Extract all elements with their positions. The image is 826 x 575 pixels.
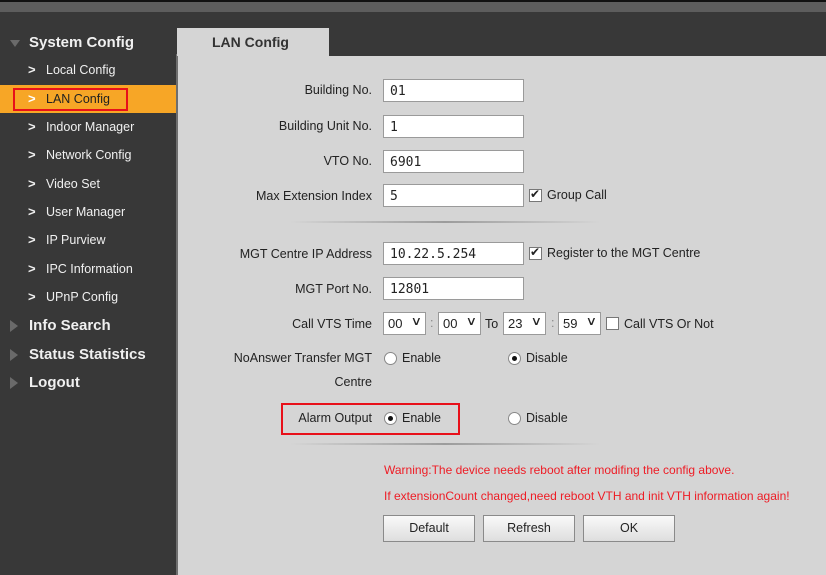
chevron-right-icon: > [28,289,36,304]
sidebar-item-label: IP Purview [46,233,106,247]
chevron-down-icon: ∨ [465,314,478,328]
alarm-output-disable-label: Disable [526,411,568,425]
sidebar-item-upnp-config[interactable]: > UPnP Config [0,283,176,311]
tab-lan-config[interactable]: LAN Config [177,28,329,56]
sidebar-item-label: Network Config [46,148,132,162]
chevron-right-icon: > [28,261,36,276]
max-extension-index-label: Max Extension Index [255,189,372,203]
sidebar-group-logout[interactable]: Logout [0,371,176,395]
chevron-right-icon: > [28,62,36,77]
to-hour-select[interactable]: 23 ∨ [503,312,546,335]
tab-label: LAN Config [212,34,289,50]
sidebar-group-system-config[interactable]: System Config [0,31,176,55]
section-divider [290,443,600,445]
from-hour-select[interactable]: 00 ∨ [383,312,426,335]
mgt-port-label: MGT Port No. [295,282,372,296]
sidebar-group-label: Status Statistics [29,346,146,363]
sidebar-item-label: User Manager [46,205,126,219]
mgt-ip-label: MGT Centre IP Address [239,247,372,261]
select-value: 23 [508,316,523,331]
triangle-down-icon [10,40,20,47]
vto-no-input[interactable]: 6901 [383,150,524,173]
sidebar-item-video-set[interactable]: > Video Set [0,170,176,198]
sidebar-item-ip-purview[interactable]: > IP Purview [0,226,176,254]
mgt-port-input[interactable]: 12801 [383,277,524,300]
building-unit-no-label: Building Unit No. [278,119,372,133]
sidebar-item-user-manager[interactable]: > User Manager [0,198,176,226]
call-vts-or-not-checkbox[interactable] [606,317,619,330]
select-value: 59 [563,316,578,331]
sidebar-item-label: Video Set [46,177,100,191]
sidebar-item-label: UPnP Config [46,290,119,304]
sidebar-item-label: Indoor Manager [46,120,135,134]
noanswer-transfer-label-cont: Centre [334,375,372,389]
from-minute-select[interactable]: 00 ∨ [438,312,481,335]
register-mgt-checkbox[interactable] [529,245,542,260]
sidebar-item-indoor-manager[interactable]: > Indoor Manager [0,113,176,141]
chevron-right-icon: > [28,204,36,219]
sidebar-item-local-config[interactable]: > Local Config [0,56,176,84]
building-no-input[interactable]: 01 [383,79,524,102]
alarm-output-disable-radio[interactable] [508,412,521,425]
refresh-button[interactable]: Refresh [483,515,575,542]
select-value: 00 [388,316,403,331]
call-vts-time-label: Call VTS Time [292,317,372,331]
sidebar-group-status-statistics[interactable]: Status Statistics [0,343,176,367]
triangle-right-icon [10,349,18,361]
chevron-right-icon: > [28,147,36,162]
mgt-ip-input[interactable]: 10.22.5.254 [383,242,524,265]
chevron-down-icon: ∨ [585,314,598,328]
noanswer-enable-radio[interactable] [384,352,397,365]
time-colon: : [430,316,434,330]
group-call-label: Group Call [547,188,607,202]
sidebar-group-label: Info Search [29,317,111,334]
highlight-box-alarm-output [281,403,460,435]
to-minute-select[interactable]: 59 ∨ [558,312,601,335]
chevron-right-icon: > [28,176,36,191]
sidebar-group-label: System Config [29,34,135,51]
default-button[interactable]: Default [383,515,475,542]
building-unit-no-input[interactable]: 1 [383,115,524,138]
call-vts-or-not-label: Call VTS Or Not [624,317,714,331]
noanswer-disable-radio[interactable] [508,352,521,365]
chevron-right-icon: > [28,232,36,247]
sidebar-item-label: IPC Information [46,262,133,276]
ok-button[interactable]: OK [583,515,675,542]
register-mgt-label: Register to the MGT Centre [547,246,701,260]
chevron-right-icon: > [28,119,36,134]
sidebar-item-ipc-information[interactable]: > IPC Information [0,255,176,283]
building-no-label: Building No. [304,83,372,97]
noanswer-transfer-label: NoAnswer Transfer MGT [233,351,372,365]
group-call-checkbox[interactable] [529,187,542,202]
chevron-down-icon: ∨ [410,314,423,328]
highlight-box-lan-config [13,88,128,111]
time-colon: : [551,316,555,330]
sidebar-item-label: Local Config [46,63,116,77]
chevron-down-icon: ∨ [530,314,543,328]
header-bar [0,2,826,12]
sidebar-group-label: Logout [29,374,80,391]
sidebar-group-info-search[interactable]: Info Search [0,314,176,338]
to-label: To [485,317,499,331]
select-value: 00 [443,316,458,331]
max-extension-index-input[interactable]: 5 [383,184,524,207]
warning-reboot-text: Warning:The device needs reboot after mo… [384,463,735,477]
noanswer-disable-label: Disable [526,351,568,365]
triangle-right-icon [10,320,18,332]
warning-extension-text: If extensionCount changed,need reboot VT… [384,489,790,503]
section-divider [290,221,600,223]
vto-no-label: VTO No. [323,154,372,168]
sidebar-item-network-config[interactable]: > Network Config [0,141,176,169]
noanswer-enable-label: Enable [402,351,441,365]
triangle-right-icon [10,377,18,389]
